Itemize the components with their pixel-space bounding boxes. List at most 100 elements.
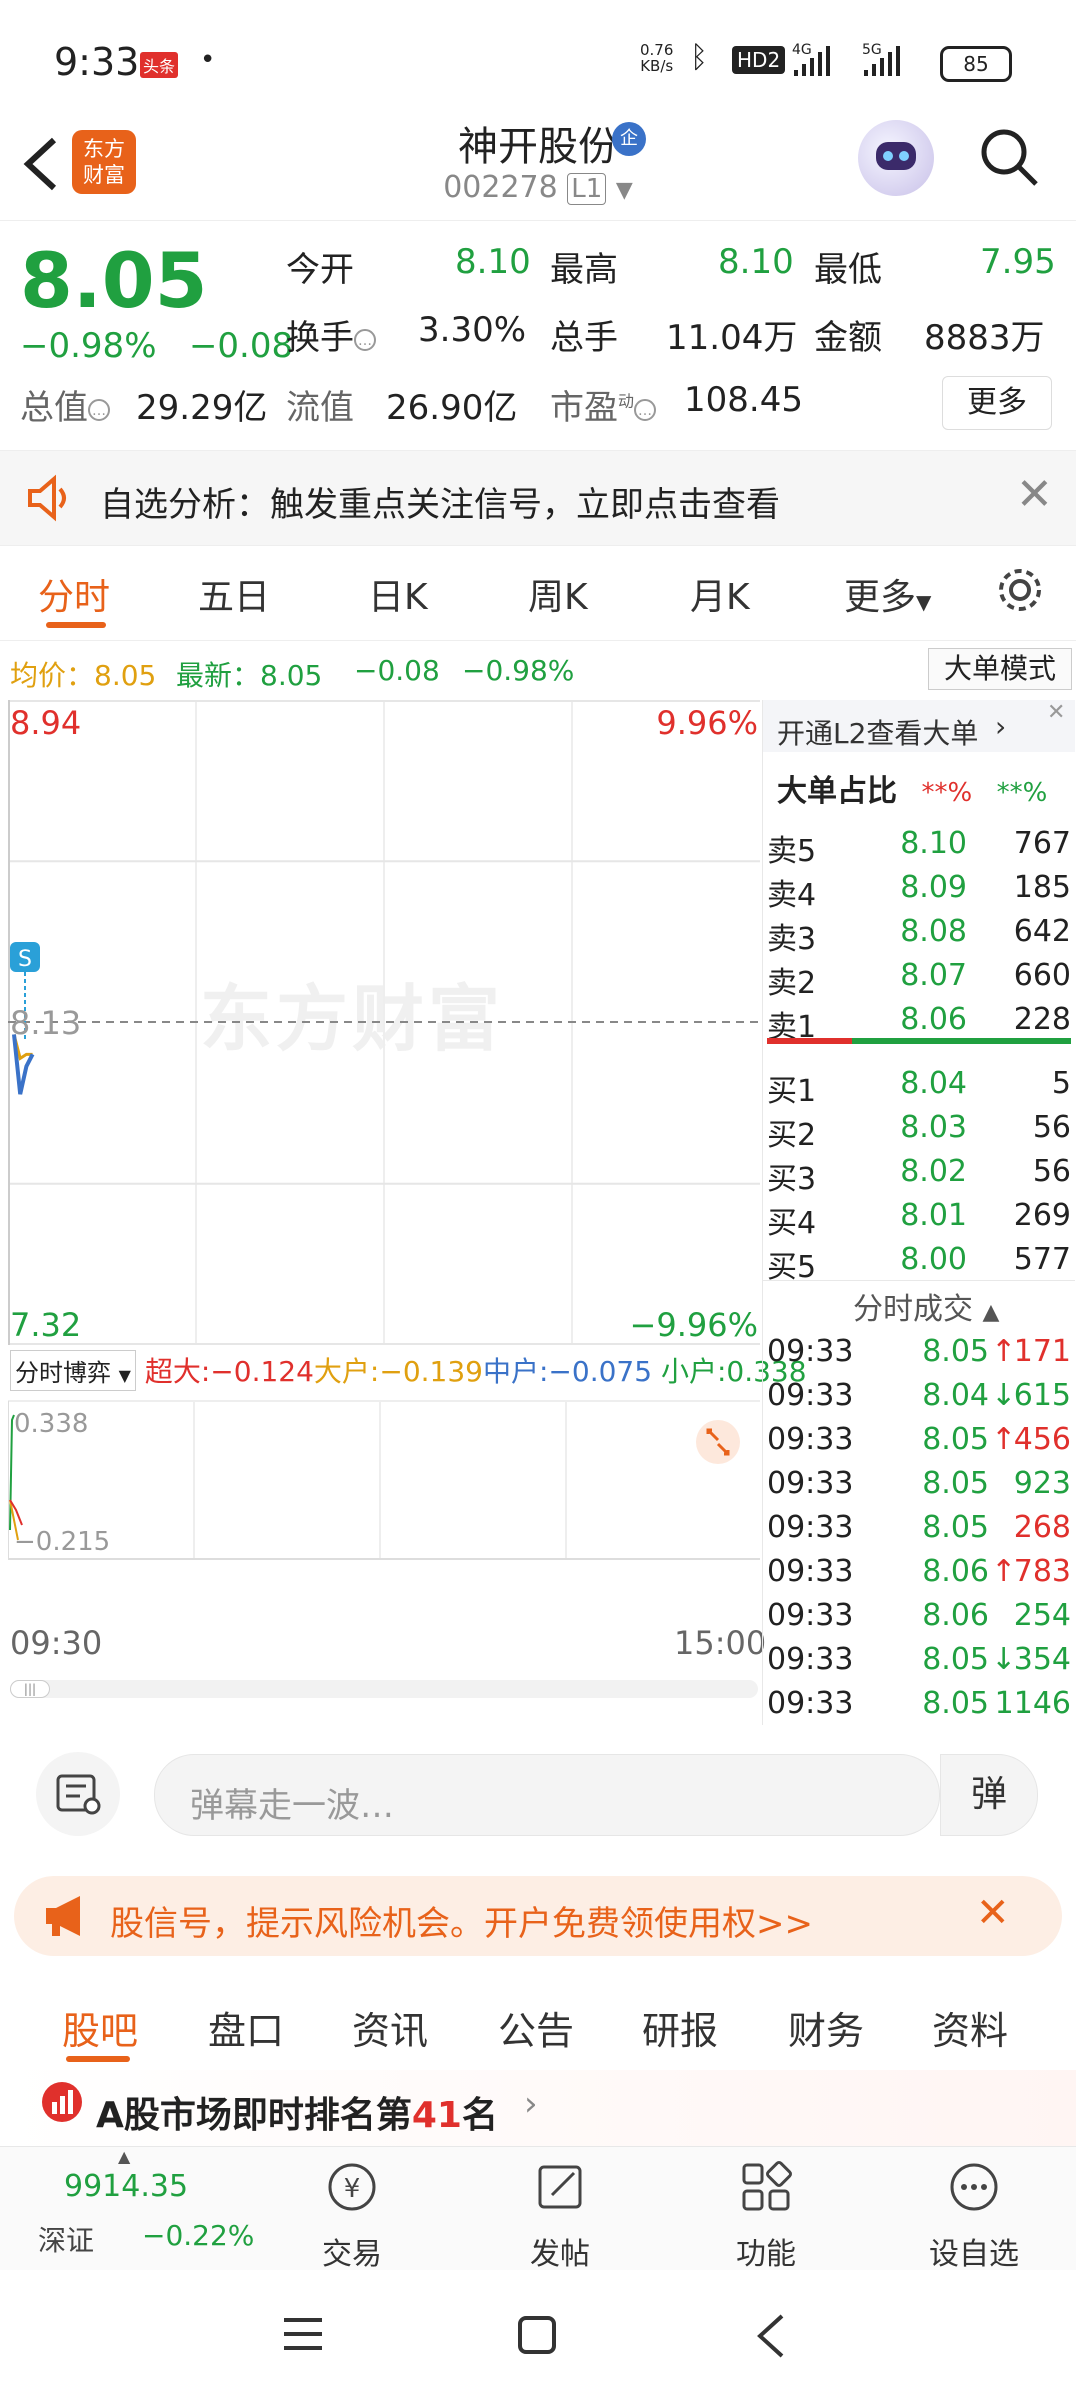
active-tab-indicator	[46, 622, 106, 628]
search-icon[interactable]	[980, 128, 1038, 186]
large-value: −0.139	[379, 1355, 483, 1388]
tab-intraday[interactable]: 分时	[38, 568, 110, 620]
promo-banner[interactable]: 股信号，提示风险机会。开户免费领使用权>> ✕	[14, 1876, 1062, 1956]
trade-time: 09:33	[767, 1642, 854, 1677]
avg-price: 均价：8.05	[10, 654, 156, 694]
trades-title[interactable]: 分时成交 ▲	[853, 1284, 999, 1328]
index-ticker[interactable]: ▲ 9914.35 深证 −0.22%	[0, 2147, 254, 2271]
intraday-chart[interactable]: S 8.94 9.96% 8.13 7.32 −9.96%	[8, 700, 760, 1345]
tab-weekly-k[interactable]: 周K	[528, 568, 588, 620]
change-amount: −0.08	[188, 326, 294, 366]
assistant-robot-icon[interactable]	[858, 120, 934, 196]
tab-announcements[interactable]: 公告	[498, 2000, 574, 2055]
fund-flow-chart[interactable]: 0.338 −0.215	[8, 1400, 760, 1560]
pe-label[interactable]: 市盈动…	[550, 380, 657, 429]
notice-bar[interactable]: 自选分析：触发重点关注信号，立即点击查看 ✕	[0, 450, 1076, 546]
sell-price: 8.09	[900, 870, 967, 905]
mid-value: −0.075	[548, 1355, 653, 1388]
y-top-label: 8.94	[10, 704, 81, 742]
tab-forum[interactable]: 股吧	[62, 2000, 138, 2055]
back-icon[interactable]	[752, 2312, 792, 2360]
tab-research[interactable]: 研报	[642, 2000, 718, 2055]
buy-row[interactable]: 买3 8.02 56	[763, 1150, 1075, 1197]
scroll-handle[interactable]: |||	[10, 1680, 50, 1698]
index-name: 深证	[38, 2224, 95, 2257]
gear-icon[interactable]	[996, 566, 1044, 614]
battery-icon: 85	[940, 46, 1012, 82]
buy-row[interactable]: 买2 8.03 56	[763, 1106, 1075, 1153]
sell-row[interactable]: 卖2 8.07 660	[763, 954, 1075, 1001]
big-ratio-red: **%	[921, 778, 973, 808]
svg-text:4G: 4G	[792, 42, 812, 58]
buy-row[interactable]: 买4 8.01 269	[763, 1194, 1075, 1241]
x-start-label: 09:30	[10, 1624, 103, 1662]
tab-finance[interactable]: 财务	[788, 2000, 864, 2055]
high-value: 8.10	[718, 242, 794, 282]
buy-row[interactable]: 买5 8.00 577	[763, 1238, 1075, 1285]
megaphone-icon	[46, 1896, 80, 1936]
mktcap-label[interactable]: 总值…	[20, 380, 110, 429]
buy-level: 买3	[767, 1162, 817, 1197]
buy-volume: 269	[1013, 1198, 1071, 1233]
low-label: 最低	[814, 250, 882, 290]
caret-down-icon: ▼	[916, 590, 932, 614]
trade-time: 09:33	[767, 1378, 854, 1413]
nav-trade[interactable]: ¥ 交易	[292, 2157, 412, 2273]
content-tabs: 股吧 盘口 资讯 公告 研报 财务 资料	[0, 1970, 1076, 2070]
buy-price: 8.03	[900, 1110, 967, 1145]
current-price: 8.05	[20, 236, 208, 325]
sell-volume: 228	[1013, 1002, 1071, 1037]
tab-news[interactable]: 资讯	[352, 2000, 428, 2055]
chart-scrollbar[interactable]: |||	[10, 1680, 758, 1698]
flow-type-select[interactable]: 分时博弈 ▼	[10, 1350, 136, 1391]
ranking-row[interactable]: A股市场即时排名第41名 ›	[0, 2070, 1076, 2146]
caret-up-icon: ▲	[118, 2147, 131, 2166]
svg-text:¥: ¥	[344, 2174, 361, 2204]
buy-row[interactable]: 买1 8.04 5	[763, 1062, 1075, 1109]
sell-row[interactable]: 卖4 8.09 185	[763, 866, 1075, 913]
menu-icon[interactable]	[282, 2314, 326, 2354]
super-label: 超大:	[144, 1355, 211, 1388]
svg-text:5G: 5G	[862, 42, 882, 58]
big-order-mode-button[interactable]: 大单模式	[928, 648, 1072, 690]
ranking-suffix: 名	[461, 2095, 498, 2136]
turnover-value: 3.30%	[418, 310, 527, 350]
note-icon[interactable]	[36, 1752, 120, 1836]
tab-orderbook[interactable]: 盘口	[208, 2000, 284, 2055]
tab-profile[interactable]: 资料	[932, 2000, 1008, 2055]
open-value: 8.10	[455, 242, 531, 282]
home-icon[interactable]	[516, 2314, 560, 2358]
more-button[interactable]: 更多	[942, 376, 1052, 430]
sell-volume: 767	[1013, 826, 1071, 861]
flow-grid	[8, 1400, 760, 1560]
tab-more[interactable]: 更多▼	[844, 568, 931, 620]
nav-functions[interactable]: 功能	[706, 2157, 826, 2273]
buy-volume: 577	[1013, 1242, 1071, 1277]
tab-five-day[interactable]: 五日	[198, 568, 270, 620]
l2-link[interactable]: 开通L2查看大单 › ✕	[763, 700, 1075, 752]
trade-volume: 456	[1013, 1422, 1071, 1457]
trade-price: 8.05	[922, 1510, 989, 1545]
sell-row[interactable]: 卖5 8.10 767	[763, 822, 1075, 869]
tab-daily-k[interactable]: 日K	[368, 568, 428, 620]
nav-add-watchlist[interactable]: 设自选	[914, 2157, 1034, 2273]
turnover-label[interactable]: 换手…	[286, 310, 376, 359]
comment-bar: 弹幕走一波… 弹	[0, 1730, 1076, 1860]
price-summary-line: 均价：8.05 最新：8.05 −0.08 −0.98%	[0, 640, 1076, 700]
x-end-label: 15:00	[674, 1624, 767, 1662]
chart-tabs: 分时 五日 日K 周K 月K 更多▼	[0, 544, 1076, 641]
tab-monthly-k[interactable]: 月K	[690, 568, 750, 620]
super-large-flow: 超大:−0.124	[145, 1355, 314, 1388]
close-icon[interactable]: ✕	[1047, 700, 1065, 725]
expand-icon[interactable]	[696, 1420, 740, 1464]
sell-level: 卖5	[767, 834, 817, 869]
danmu-toggle-button[interactable]: 弹	[940, 1754, 1038, 1836]
sell-row[interactable]: 卖1 8.06 228	[763, 998, 1075, 1045]
close-icon[interactable]: ✕	[1016, 469, 1053, 520]
sell-row[interactable]: 卖3 8.08 642	[763, 910, 1075, 957]
net-speed-unit: KB/s	[640, 57, 674, 75]
nav-post[interactable]: 发帖	[500, 2157, 620, 2273]
latest-value: 8.05	[260, 659, 323, 692]
close-icon[interactable]: ✕	[976, 1890, 1010, 1936]
net-speed-value: 0.76	[640, 41, 674, 59]
